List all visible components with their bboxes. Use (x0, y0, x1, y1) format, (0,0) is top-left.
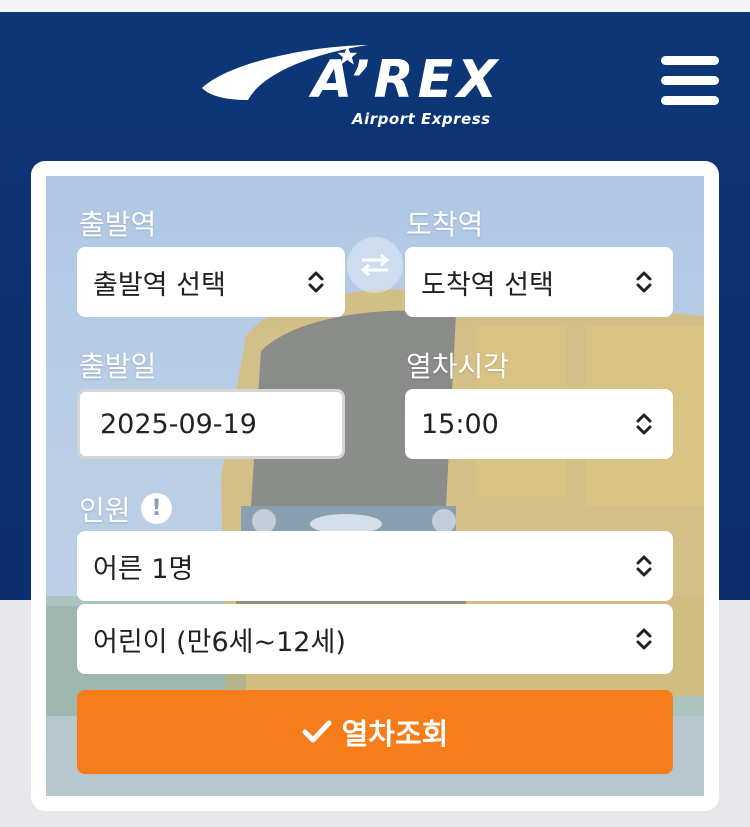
chevron-updown-icon (636, 271, 652, 293)
chevron-updown-icon (636, 628, 652, 650)
search-button-label: 열차조회 (341, 717, 449, 751)
date-label: 출발일 (79, 350, 157, 383)
info-icon[interactable]: ! (141, 493, 172, 524)
arrival-select[interactable]: 도착역 선택 (405, 247, 673, 317)
date-value: 2025-09-19 (100, 408, 257, 440)
child-count-select[interactable]: 어린이 (만6세~12세) (77, 604, 673, 674)
passengers-label: 인원 (79, 494, 131, 527)
checkmark-icon (302, 720, 332, 743)
departure-label: 출발역 (79, 208, 157, 241)
top-strip (0, 0, 750, 12)
arex-logo[interactable]: A’REX Airport Express (200, 40, 520, 135)
adult-value: 어른 1명 (93, 553, 194, 585)
hamburger-menu-icon[interactable] (658, 56, 722, 114)
departure-select[interactable]: 출발역 선택 (77, 247, 345, 317)
logo-wordmark: A’REX (312, 50, 502, 110)
arrival-value: 도착역 선택 (421, 269, 554, 301)
departure-value: 출발역 선택 (93, 269, 226, 301)
child-value: 어린이 (만6세~12세) (93, 626, 346, 658)
chevron-updown-icon (636, 413, 652, 435)
adult-count-select[interactable]: 어른 1명 (77, 531, 673, 601)
chevron-updown-icon (308, 271, 324, 293)
search-trains-button[interactable]: 열차조회 (77, 690, 673, 774)
date-input[interactable]: 2025-09-19 (77, 389, 345, 459)
chevron-updown-icon (636, 555, 652, 577)
arrival-label: 도착역 (406, 208, 484, 241)
time-select[interactable]: 15:00 (405, 389, 673, 459)
swap-stations-button[interactable] (347, 237, 403, 293)
time-value: 15:00 (421, 408, 499, 440)
time-label: 열차시각 (406, 350, 510, 383)
swap-arrows-icon (360, 253, 390, 277)
logo-subtitle: Airport Express (352, 110, 491, 128)
